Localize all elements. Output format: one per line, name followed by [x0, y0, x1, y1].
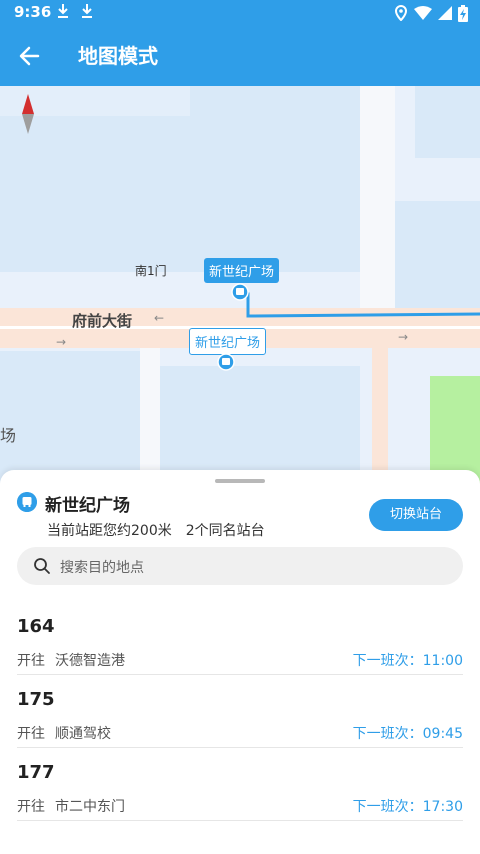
location-icon [394, 5, 408, 21]
route-direction: 开往 市二中东门 [17, 799, 125, 815]
search-placeholder: 搜索目的地点 [60, 560, 144, 576]
map-view[interactable]: 南1门 府前大街 场 ← → → 新世纪广场 新世纪广场 [0, 86, 480, 486]
switch-stop-button[interactable]: 切换站台 [369, 499, 463, 531]
download-icon [58, 4, 68, 18]
street-label: 府前大街 [72, 312, 133, 330]
route-next-departure: 下一班次：17:30 [352, 799, 463, 815]
download-icon [82, 4, 92, 18]
search-icon [34, 558, 50, 574]
route-item[interactable]: 177 开往 市二中东门 下一班次：17:30 [17, 748, 463, 821]
route-direction: 开往 沃德智造港 [17, 653, 125, 669]
stop-label-inactive[interactable]: 新世纪广场 [189, 328, 267, 355]
route-number: 175 [17, 689, 55, 710]
route-next-departure: 下一班次：09:45 [352, 726, 463, 742]
bus-stop-icon[interactable] [231, 283, 249, 301]
station-name: 新世纪广场 [45, 496, 130, 516]
direction-arrow-icon: → [56, 335, 67, 349]
page-title: 地图模式 [78, 44, 158, 68]
status-bar: 9:36 [0, 0, 480, 26]
route-item[interactable]: 175 开往 顺通驾校 下一班次：09:45 [17, 675, 463, 748]
wifi-icon [414, 6, 432, 20]
map-partial-label: 场 [0, 426, 17, 445]
back-arrow-icon[interactable] [16, 42, 44, 70]
route-number: 177 [17, 762, 55, 783]
stop-label-active[interactable]: 新世纪广场 [204, 258, 280, 283]
route-direction: 开往 顺通驾校 [17, 726, 111, 742]
route-next-departure: 下一班次：11:00 [352, 653, 463, 669]
bottom-sheet: 新世纪广场 当前站距您约200米 2个同名站台 切换站台 搜索目的地点 164 … [0, 470, 480, 854]
bus-stop-icon [17, 492, 37, 512]
route-number: 164 [17, 616, 55, 637]
search-input[interactable]: 搜索目的地点 [17, 547, 463, 585]
battery-charging-icon [458, 4, 468, 22]
drag-handle[interactable] [215, 479, 265, 483]
gate-label: 南1门 [135, 264, 167, 278]
direction-arrow-icon: ← [154, 311, 165, 325]
status-time: 9:36 [14, 3, 52, 21]
station-distance: 当前站距您约200米 2个同名站台 [47, 523, 265, 539]
direction-arrow-icon: → [398, 330, 409, 344]
bus-stop-icon[interactable] [217, 353, 235, 371]
route-item[interactable]: 164 开往 沃德智造港 下一班次：11:00 [17, 602, 463, 675]
signal-icon [438, 6, 452, 20]
app-bar: 地图模式 [0, 26, 480, 86]
